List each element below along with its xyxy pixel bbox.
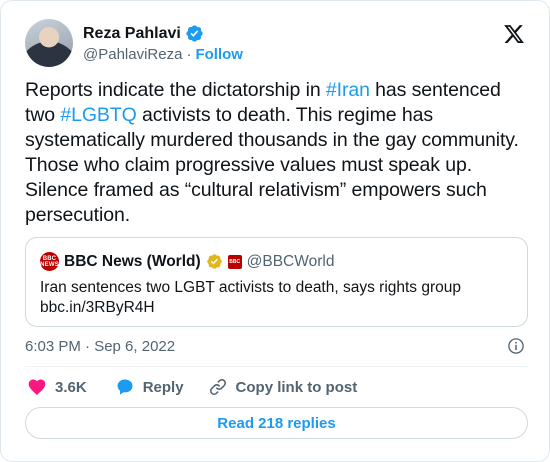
quoted-author-handle[interactable]: @BBCWorld (247, 253, 335, 271)
quoted-tweet[interactable]: BBC NEWS BBC News (World) BBC @BBCWorld … (25, 237, 528, 327)
bbc-avatar[interactable]: BBC NEWS (40, 252, 59, 271)
copy-link-label: Copy link to post (235, 378, 358, 396)
tweet-text-part: Reports indicate the dictatorship in (25, 79, 326, 101)
x-logo-icon[interactable] (503, 23, 525, 45)
gold-verified-badge-icon (206, 254, 222, 269)
tweet-card: Reza Pahlavi @PahlaviReza · Follow Repor… (0, 0, 550, 462)
separator-dot: · (186, 46, 192, 63)
like-button[interactable]: 3.6K (27, 377, 87, 397)
quoted-tweet-headline: Iran sentences two LGBT activists to dea… (40, 279, 462, 296)
verified-badge-icon (186, 25, 203, 42)
link-icon (209, 379, 226, 395)
read-replies-button[interactable]: Read 218 replies (25, 407, 528, 439)
like-count: 3.6K (55, 378, 87, 396)
author-name-row: Reza Pahlavi (83, 24, 204, 43)
quoted-author-name[interactable]: BBC News (World) (64, 253, 201, 271)
action-bar: 3.6K Reply Copy link to post (25, 377, 357, 397)
copy-link-button[interactable]: Copy link to post (208, 377, 358, 397)
quoted-tweet-header: BBC NEWS BBC News (World) BBC @BBCWorld (40, 252, 334, 271)
hashtag-lgbtq[interactable]: #LGBTQ (60, 104, 136, 126)
tweet-header: Reza Pahlavi @PahlaviReza · Follow (25, 19, 529, 69)
author-handle-row: @PahlaviReza · Follow (83, 46, 243, 63)
author-handle[interactable]: @PahlaviReza (83, 46, 182, 63)
reply-button[interactable]: Reply (115, 377, 184, 397)
reply-label: Reply (142, 378, 184, 396)
tweet-text: Reports indicate the dictatorship in #Ir… (25, 78, 529, 228)
speech-bubble-icon (117, 379, 133, 395)
info-icon[interactable] (507, 337, 525, 355)
heart-icon (28, 379, 46, 395)
author-avatar[interactable] (25, 19, 73, 67)
quoted-tweet-text: Iran sentences two LGBT activists to dea… (40, 278, 520, 318)
author-name[interactable]: Reza Pahlavi (83, 25, 181, 43)
tweet-timestamp[interactable]: 6:03 PM · Sep 6, 2022 (25, 338, 175, 355)
follow-button[interactable]: Follow (195, 46, 243, 63)
hashtag-iran[interactable]: #Iran (326, 79, 370, 101)
quoted-tweet-link[interactable]: bbc.in/3RByR4H (40, 298, 520, 318)
affiliate-badge-icon: BBC (227, 254, 242, 269)
divider (25, 366, 528, 367)
